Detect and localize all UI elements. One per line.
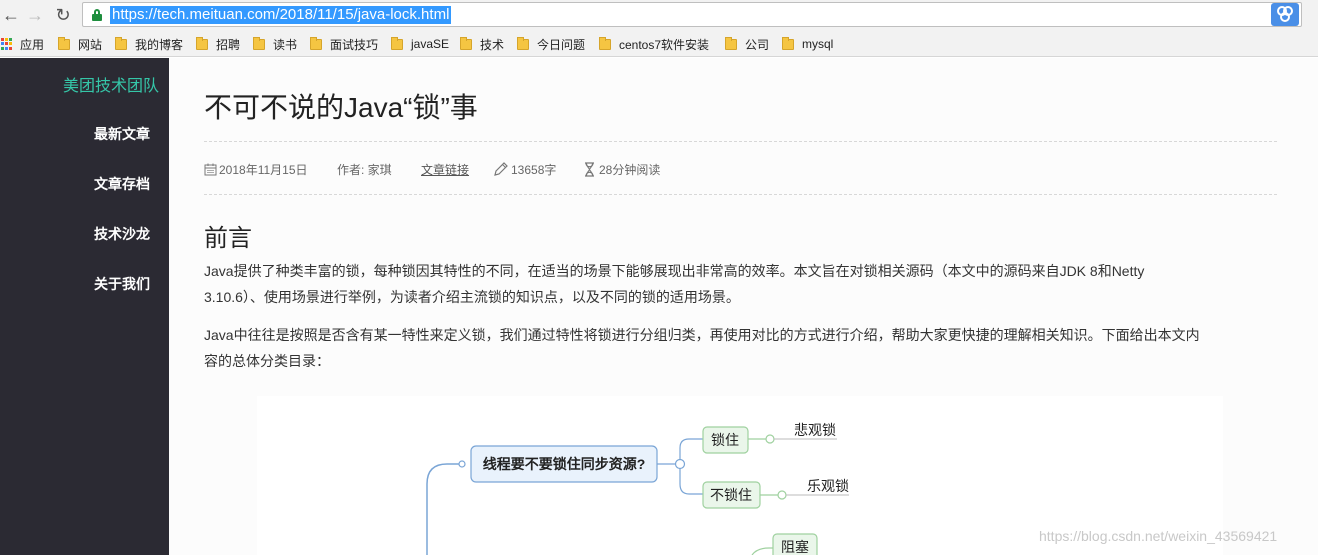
folder-icon [782, 36, 794, 50]
calendar-icon [204, 163, 217, 175]
forward-icon[interactable]: → [24, 4, 46, 26]
mindmap-branch-label: 锁住 [711, 432, 739, 448]
section-heading: 前言 [204, 225, 252, 252]
bookmark-folder[interactable]: 技术 [460, 31, 504, 57]
folder-icon [517, 36, 529, 50]
bookmark-folder[interactable]: 网站 [58, 31, 102, 57]
paragraph: Java中往往是按照是否含有某一特性来定义锁，我们通过特性将锁进行分组归类，再使… [204, 327, 1200, 369]
article-content: 不可不说的Java“锁”事 2018年11月15日 作者: 家琪 文章链接 13… [169, 58, 1318, 555]
meta-date: 2018年11月15日 [204, 160, 308, 178]
bookmarks-bar: 应用 网站 我的博客 招聘 读书 面试技巧 javaSE 技术 今日问题 cen… [0, 31, 1318, 57]
folder-icon [58, 36, 70, 50]
folder-icon [196, 36, 208, 50]
hourglass-icon [585, 161, 594, 177]
bookmark-folder[interactable]: 今日问题 [517, 31, 585, 57]
folder-icon [391, 36, 403, 50]
mindmap-root-label: 线程要不要锁住同步资源? [483, 456, 646, 472]
folder-icon [253, 36, 265, 50]
bookmark-folder[interactable]: mysql [782, 31, 833, 57]
bookmark-folder[interactable]: javaSE [391, 31, 449, 57]
csdn-watermark: https://blog.csdn.net/weixin_43569421 [1039, 528, 1278, 544]
sidebar-item-archive[interactable]: 文章存档 [0, 174, 150, 194]
bookmark-apps[interactable]: 应用 [1, 31, 44, 57]
divider [204, 141, 1277, 142]
back-icon[interactable]: ← [0, 4, 22, 26]
url-text[interactable]: https://tech.meituan.com/2018/11/15/java… [110, 6, 452, 24]
article-title: 不可不说的Java“锁”事 [204, 92, 478, 123]
pencil-icon [494, 161, 508, 176]
site-sidebar: 美团技术团队 最新文章 文章存档 技术沙龙 关于我们 [0, 58, 169, 555]
baidu-cloud-extension-icon[interactable] [1271, 3, 1299, 26]
sidebar-item-latest[interactable]: 最新文章 [0, 124, 150, 144]
folder-icon [599, 36, 611, 50]
bookmark-folder[interactable]: 读书 [253, 31, 297, 57]
meta-author: 作者: 家琪 [337, 162, 392, 177]
browser-toolbar: ← → ↻ https://tech.meituan.com/2018/11/1… [0, 0, 1318, 31]
mindmap-leaf-label: 乐观锁 [807, 478, 849, 494]
sidebar-item-about[interactable]: 关于我们 [0, 274, 150, 294]
folder-icon [115, 36, 127, 50]
reload-icon[interactable]: ↻ [52, 4, 74, 26]
divider [204, 194, 1277, 195]
address-bar[interactable]: https://tech.meituan.com/2018/11/15/java… [82, 2, 1302, 27]
mindmap-branch-label: 不锁住 [710, 487, 752, 503]
meta-read-time: 28分钟阅读 [584, 160, 660, 178]
meta-word-count: 13658字 [493, 160, 556, 178]
sidebar-item-salon[interactable]: 技术沙龙 [0, 224, 150, 244]
bookmark-folder[interactable]: 公司 [725, 31, 769, 57]
bookmark-folder[interactable]: 我的博客 [115, 31, 183, 57]
paragraph: Java提供了种类丰富的锁，每种锁因其特性的不同，在适当的场景下能够展现出非常高… [204, 263, 1145, 305]
bookmark-folder[interactable]: 招聘 [196, 31, 240, 57]
bookmark-folder[interactable]: 面试技巧 [310, 31, 378, 57]
folder-icon [460, 36, 472, 50]
folder-icon [725, 36, 737, 50]
mindmap-leaf-label: 悲观锁 [794, 422, 836, 438]
folder-icon [310, 36, 322, 50]
site-brand[interactable]: 美团技术团队 [0, 72, 169, 96]
lock-icon [92, 9, 102, 21]
mindmap-branch-label: 阻塞 [781, 539, 809, 555]
apps-icon [1, 38, 13, 50]
article-link[interactable]: 文章链接 [421, 160, 469, 178]
bookmark-folder[interactable]: centos7软件安装 [599, 31, 709, 57]
